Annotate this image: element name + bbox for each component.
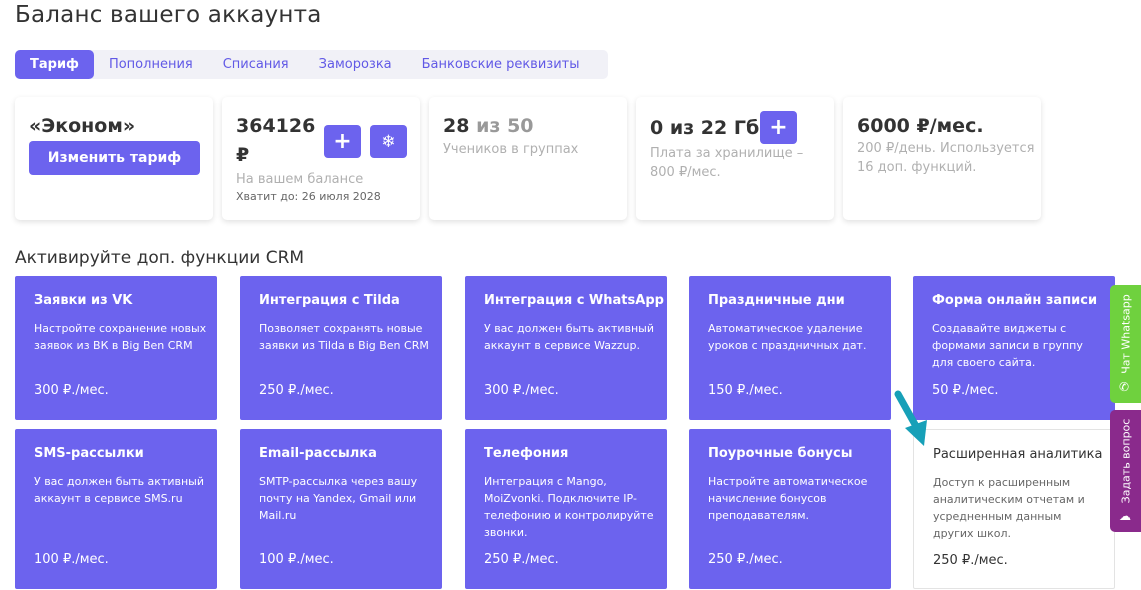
feature-price: 100 ₽./мес. [34, 552, 109, 567]
ask-question-label: Задать вопрос [1119, 418, 1132, 504]
feature-telephony[interactable]: Телефония Интеграция с Mango, MoiZvonki.… [465, 429, 667, 589]
students-separator: из [476, 115, 501, 137]
feature-online-form[interactable]: Форма онлайн записи Создавайте виджеты с… [913, 276, 1115, 420]
feature-price: 250 ₽./мес. [259, 383, 334, 398]
feature-desc: Автоматическое удаление уроков с праздни… [708, 322, 867, 352]
balance-currency: ₽ [236, 144, 250, 166]
feature-holidays[interactable]: Праздничные дни Автоматическое удаление … [689, 276, 891, 420]
feature-desc: Создавайте виджеты с формами записи в гр… [932, 322, 1083, 369]
balance-amount: 364126 [236, 115, 316, 137]
tab-deposits[interactable]: Пополнения [94, 50, 208, 79]
plus-icon: + [769, 115, 788, 140]
freeze-button[interactable]: ❄ [370, 125, 407, 158]
feature-title: Email-рассылка [259, 446, 377, 461]
balance-label: На вашем балансе [236, 172, 364, 187]
feature-title: SMS-рассылки [34, 446, 144, 461]
feature-lesson-bonuses[interactable]: Поурочные бонусы Настройте автоматическо… [689, 429, 891, 589]
feature-title: Заявки из VK [34, 293, 133, 308]
feature-price: 250 ₽./мес. [933, 553, 1008, 568]
storage-value: 0 из 22 Гб [650, 117, 760, 139]
tab-bank-details[interactable]: Банковские реквизиты [407, 50, 595, 79]
tariff-card: «Эконом» Изменить тариф [15, 97, 213, 220]
feature-price: 300 ₽./мес. [484, 383, 559, 398]
balance-card: 364126 ₽ + ❄ На вашем балансе Хватит до:… [222, 97, 420, 220]
feature-vk-leads[interactable]: Заявки из VK Настройте сохранение новых … [15, 276, 217, 420]
whatsapp-chat-label: Чат Whatsapp [1119, 294, 1132, 374]
feature-analytics[interactable]: Расширенная аналитика Доступ к расширенн… [913, 429, 1115, 589]
monthly-value: 6000 ₽/мес. [857, 115, 984, 137]
feature-desc: Интеграция с Mango, MoiZvonki. Подключит… [484, 475, 654, 539]
feature-price: 300 ₽./мес. [34, 383, 109, 398]
top-up-button[interactable]: + [324, 125, 361, 158]
tab-bar: Тариф Пополнения Списания Заморозка Банк… [15, 50, 609, 79]
students-limit: 50 [507, 115, 534, 137]
feature-whatsapp[interactable]: Интеграция с WhatsApp У вас должен быть … [465, 276, 667, 420]
feature-title: Интеграция с WhatsApp [484, 293, 664, 308]
students-card: 28 из 50 Учеников в группах [429, 97, 627, 220]
change-tariff-button[interactable]: Изменить тариф [29, 141, 200, 175]
feature-desc: Настройте сохранение новых заявок из ВК … [34, 322, 207, 352]
feature-desc: Позволяет сохранять новые заявки из Tild… [259, 322, 429, 352]
feature-email[interactable]: Email-рассылка SMTP-рассылка через вашу … [240, 429, 442, 589]
feature-title: Форма онлайн записи [932, 293, 1098, 308]
plus-icon: + [333, 129, 352, 154]
add-storage-button[interactable]: + [760, 111, 797, 144]
feature-price: 250 ₽./мес. [484, 552, 559, 567]
students-count: 28 [443, 115, 470, 137]
monthly-label: 200 ₽/день. Используется 16 доп. функций… [857, 141, 1035, 175]
pointer-arrow-icon [894, 390, 927, 446]
tariff-name: «Эконом» [29, 115, 136, 137]
feature-title: Поурочные бонусы [708, 446, 853, 461]
storage-label: Плата за хранилище – 800 ₽/мес. [650, 146, 804, 180]
feature-tilda[interactable]: Интеграция с Tilda Позволяет сохранять н… [240, 276, 442, 420]
section-title: Активируйте доп. функции CRM [15, 248, 305, 268]
feature-price: 150 ₽./мес. [708, 383, 783, 398]
feature-desc: SMTP-рассылка через вашу почту на Yandex… [259, 475, 418, 522]
snowflake-icon: ❄ [381, 131, 396, 152]
feature-desc: Доступ к расширенным аналитическим отчет… [933, 476, 1085, 540]
monthly-card: 6000 ₽/мес. 200 ₽/день. Используется 16 … [843, 97, 1041, 220]
students-label: Учеников в группах [443, 142, 579, 157]
feature-desc: У вас должен быть активный аккаунт в сер… [484, 322, 655, 352]
feature-title: Праздничные дни [708, 293, 845, 308]
tab-tariff[interactable]: Тариф [15, 50, 94, 79]
feature-price: 250 ₽./мес. [708, 552, 783, 567]
feature-price: 100 ₽./мес. [259, 552, 334, 567]
feature-desc: Настройте автоматическое начисление бону… [708, 475, 868, 522]
whatsapp-chat-tab[interactable]: Чат Whatsapp ✆ [1110, 285, 1141, 403]
whatsapp-icon: ✆ [1119, 380, 1130, 394]
tab-charges[interactable]: Списания [208, 50, 304, 79]
feature-desc: У вас должен быть активный аккаунт в сер… [34, 475, 205, 505]
balance-until: Хватит до: 26 июля 2028 [236, 190, 381, 203]
feature-title: Расширенная аналитика [933, 447, 1103, 462]
feature-price: 50 ₽./мес. [932, 383, 999, 398]
tab-freeze[interactable]: Заморозка [304, 50, 407, 79]
feature-title: Интеграция с Tilda [259, 293, 400, 308]
ask-question-tab[interactable]: Задать вопрос ☁ [1110, 410, 1141, 532]
page-title: Баланс вашего аккаунта [15, 2, 322, 28]
feature-title: Телефония [484, 446, 569, 461]
chat-bubble-icon: ☁ [1119, 509, 1131, 523]
feature-sms[interactable]: SMS-рассылки У вас должен быть активный … [15, 429, 217, 589]
storage-card: 0 из 22 Гб + Плата за хранилище – 800 ₽/… [636, 97, 834, 220]
